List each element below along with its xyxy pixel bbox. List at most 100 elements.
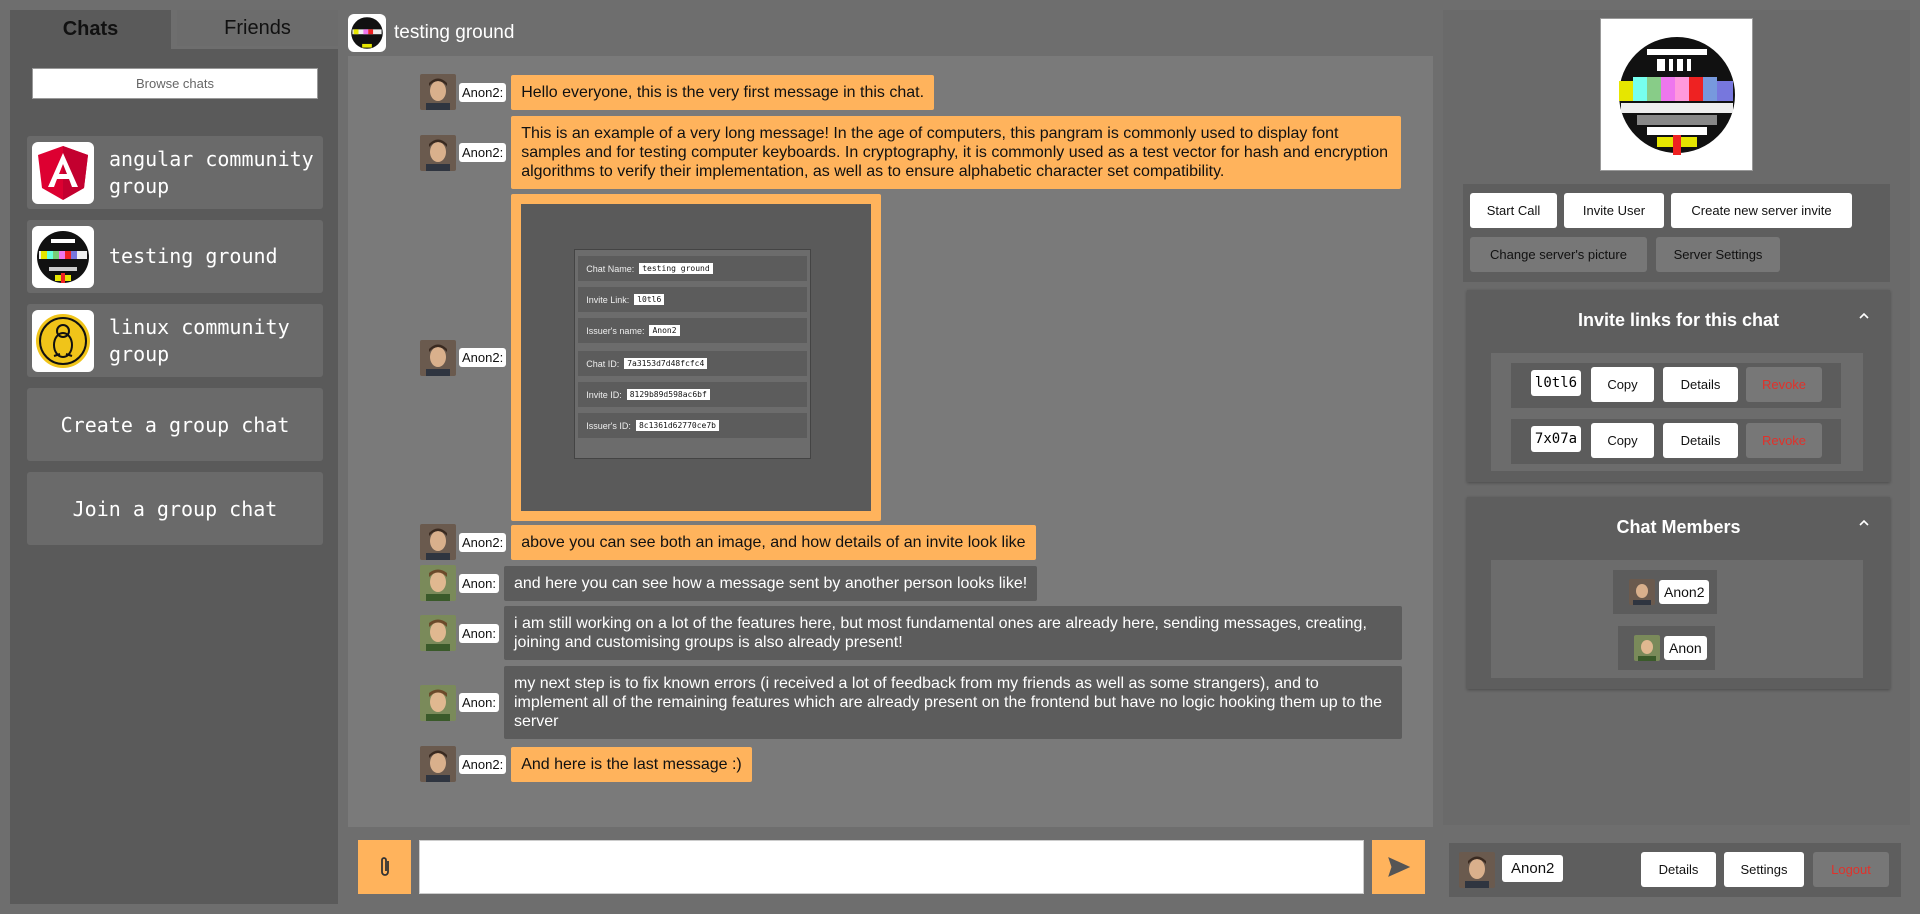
invite-details-button[interactable]: Details [1663,367,1738,402]
invite-detail-row: Invite Link: l0tl6 [578,287,808,312]
invite-details-button[interactable]: Details [1663,423,1738,458]
message-text: and here you can see how a message sent … [503,565,1038,601]
chat-sidebar: Chats Friends Browse chats angular commu… [10,10,338,904]
message-image: Anon2: Chat Name: testing ground Invite L… [420,194,882,521]
avatar [420,684,456,721]
test-pattern-icon [348,14,386,52]
send-icon [1387,857,1410,877]
avatar [1459,852,1495,888]
server-picture [1600,18,1753,171]
start-call-button[interactable]: Start Call [1470,193,1557,228]
screenshot-image: Chat Name: testing ground Invite Link: l0t… [521,204,872,511]
chat-header: testing ground [348,14,514,52]
tux-icon [32,309,94,372]
server-panel: Start Call Invite User Create new server… [1443,10,1910,825]
server-actions: Start Call Invite User Create new server… [1463,184,1890,282]
invite-links-title: Invite links for this chat [1577,310,1780,330]
message-author: Anon2: [459,348,507,367]
invite-detail-row: Issuer's name: Anon2 [578,318,808,343]
message-list: Anon2: Hello everyone, this is the very … [348,56,1433,827]
message-author: Anon2: [459,82,507,102]
server-settings-button[interactable]: Server Settings [1656,237,1780,272]
avatar [420,339,456,376]
send-button[interactable] [1372,840,1425,894]
chat-members-section: Chat Members Anon2 Anon [1467,497,1890,689]
tab-friends[interactable]: Friends [171,10,338,49]
message-text: This is an example of a very long messag… [511,116,1402,189]
chat-item-linux[interactable]: linux community group [27,304,323,377]
invite-link-row: l0tl6 Copy Details Revoke [1511,363,1841,408]
invite-code: l0tl6 [1531,370,1581,396]
member-name: Anon2 [1659,580,1710,604]
chevron-up-icon[interactable] [1858,517,1870,529]
message-author: Anon: [459,573,499,593]
message-input[interactable] [419,840,1364,894]
message-text: my next step is to fix known errors (i r… [503,666,1402,739]
invite-link-row: 7x07a Copy Details Revoke [1511,419,1841,464]
invite-details-card: Chat Name: testing ground Invite Link: l0t… [574,249,812,459]
browse-chats-button[interactable]: Browse chats [32,68,318,99]
join-group-chat-button[interactable]: Join a group chat [27,472,323,545]
angular-icon [32,141,94,204]
message: Anon2: above you can see both an image, … [420,524,1036,560]
current-user-name: Anon2 [1502,855,1564,882]
revoke-invite-button[interactable]: Revoke [1746,423,1822,458]
avatar [420,565,456,601]
chat-members-title: Chat Members [1616,517,1741,537]
avatar [420,615,456,651]
invite-user-button[interactable]: Invite User [1564,193,1664,228]
message-author: Anon2: [459,143,507,162]
message: Anon2: Hello everyone, this is the very … [420,74,935,110]
sidebar-tabs: Chats Friends [10,10,338,49]
message-author: Anon: [459,623,499,643]
members-list: Anon2 Anon [1491,560,1863,678]
change-server-picture-button[interactable]: Change server's picture [1470,237,1647,272]
chat-title: testing ground [394,22,515,43]
message-text: And here is the last message :) [511,746,752,782]
message-composer [358,840,1425,894]
create-server-invite-button[interactable]: Create new server invite [1671,193,1852,228]
avatar [1629,579,1655,605]
chat-item-label: angular community group [109,146,314,198]
test-pattern-icon [32,225,94,288]
message: Anon: i am still working on a lot of the… [420,606,1402,660]
message-text: i am still working on a lot of the featu… [503,606,1402,660]
member-item[interactable]: Anon [1618,626,1715,670]
message-author: Anon2: [459,532,507,552]
chat-item-label: linux community group [109,314,290,366]
user-settings-button[interactable]: Settings [1724,852,1804,887]
chevron-up-icon[interactable] [1858,310,1870,322]
message: Anon2: And here is the last message :) [420,746,752,782]
chat-list: angular community group testing ground l… [10,136,338,545]
message-author: Anon: [459,693,499,712]
copy-invite-button[interactable]: Copy [1591,423,1654,458]
avatar [1634,635,1660,661]
invite-detail-row: Chat ID: 7a3153d7d48fcfc4 [578,351,808,376]
invite-detail-row: Issuer's ID: 8c1361d62770ce7b [578,413,808,438]
invite-detail-row: Invite ID: 8129b89d598ac6bf [578,382,808,407]
invite-links-list: l0tl6 Copy Details Revoke 7x07a Copy Det… [1491,353,1863,471]
user-bar: Anon2 Details Settings Logout [1449,843,1901,897]
avatar [420,74,456,110]
create-group-chat-button[interactable]: Create a group chat [27,388,323,461]
member-item[interactable]: Anon2 [1613,570,1718,614]
tab-chats[interactable]: Chats [10,10,171,49]
image-attachment[interactable]: Chat Name: testing ground Invite Link: l0t… [511,194,882,521]
copy-invite-button[interactable]: Copy [1591,367,1654,402]
message-text: Hello everyone, this is the very first m… [511,74,935,110]
user-details-button[interactable]: Details [1641,852,1716,887]
message-text: above you can see both an image, and how… [511,524,1036,560]
chat-item-angular[interactable]: angular community group [27,136,323,209]
member-name: Anon [1664,636,1707,660]
chat-item-label: testing ground [109,244,278,268]
revoke-invite-button[interactable]: Revoke [1746,367,1822,402]
paperclip-icon [380,857,389,876]
invite-detail-row: Chat Name: testing ground [578,256,808,281]
avatar [420,746,456,782]
avatar [420,134,456,171]
chat-item-testing-ground[interactable]: testing ground [27,220,323,293]
logout-button[interactable]: Logout [1813,852,1889,887]
message-author: Anon2: [459,754,507,774]
attach-button[interactable] [358,840,411,894]
avatar [420,524,456,560]
